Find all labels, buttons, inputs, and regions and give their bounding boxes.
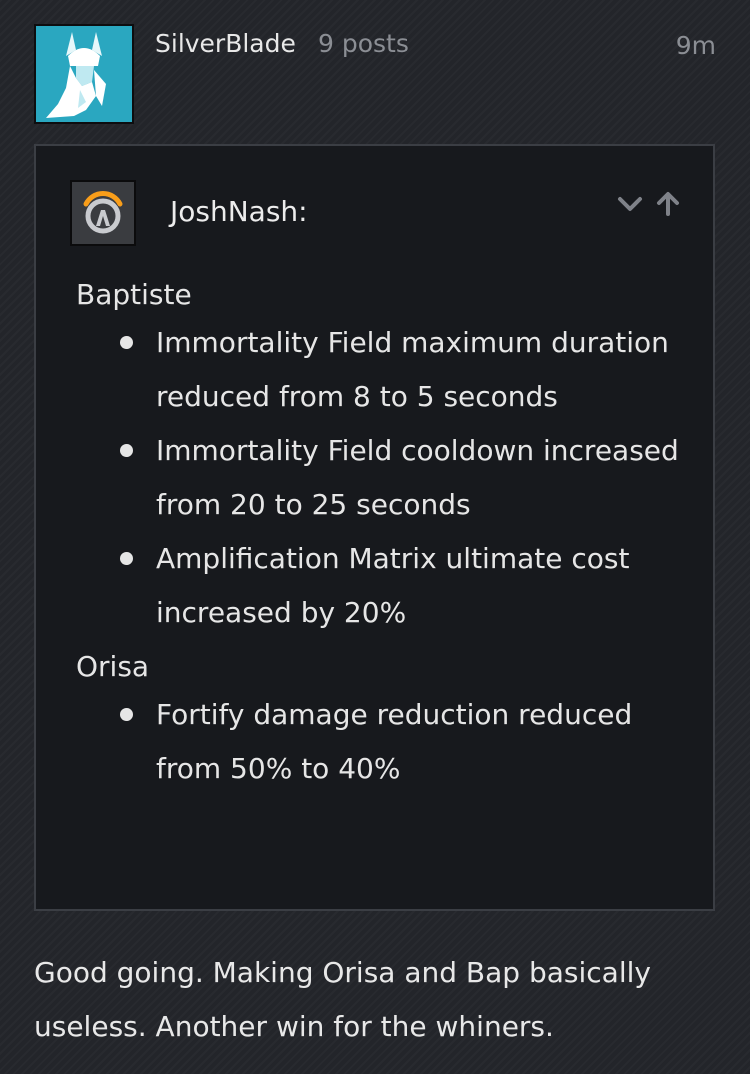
list-item: Fortify damage reduction reduced from 50… <box>76 688 696 796</box>
forum-post: SilverBlade 9 posts 9m JoshNash: Baptist… <box>0 0 750 1074</box>
go-to-quoted-post-button[interactable] <box>653 189 683 219</box>
list-item: Immortality Field cooldown increased fro… <box>76 424 696 532</box>
post-count: 9 posts <box>318 29 409 58</box>
bullet-icon <box>120 336 133 349</box>
post-timestamp[interactable]: 9m <box>676 30 716 62</box>
winged-helmet-icon <box>36 26 132 122</box>
user-avatar[interactable] <box>34 24 134 124</box>
expand-quote-button[interactable] <box>615 189 645 219</box>
chevron-down-icon <box>618 197 642 211</box>
list-item: Immortality Field maximum duration reduc… <box>76 316 696 424</box>
quote-block: JoshNash: Baptiste Immortality Field max… <box>34 144 715 911</box>
quote-body: Baptiste Immortality Field maximum durat… <box>76 274 696 796</box>
bullet-icon <box>120 708 133 721</box>
overwatch-logo-icon <box>72 182 134 244</box>
post-reply-text: Good going. Making Orisa and Bap basical… <box>34 956 651 1043</box>
quote-controls <box>615 186 683 222</box>
quote-author-avatar[interactable] <box>70 180 136 246</box>
bullet-icon <box>120 444 133 457</box>
list-item: Amplification Matrix ultimate cost incre… <box>76 532 696 640</box>
arrow-up-icon <box>657 192 679 216</box>
bullet-icon <box>120 552 133 565</box>
baptiste-change-list: Immortality Field maximum duration reduc… <box>76 316 696 640</box>
orisa-change-list: Fortify damage reduction reduced from 50… <box>76 688 696 796</box>
quote-author[interactable]: JoshNash: <box>170 194 308 230</box>
hero-heading-orisa: Orisa <box>76 650 150 683</box>
username[interactable]: SilverBlade <box>155 28 296 60</box>
hero-heading-baptiste: Baptiste <box>76 278 192 311</box>
